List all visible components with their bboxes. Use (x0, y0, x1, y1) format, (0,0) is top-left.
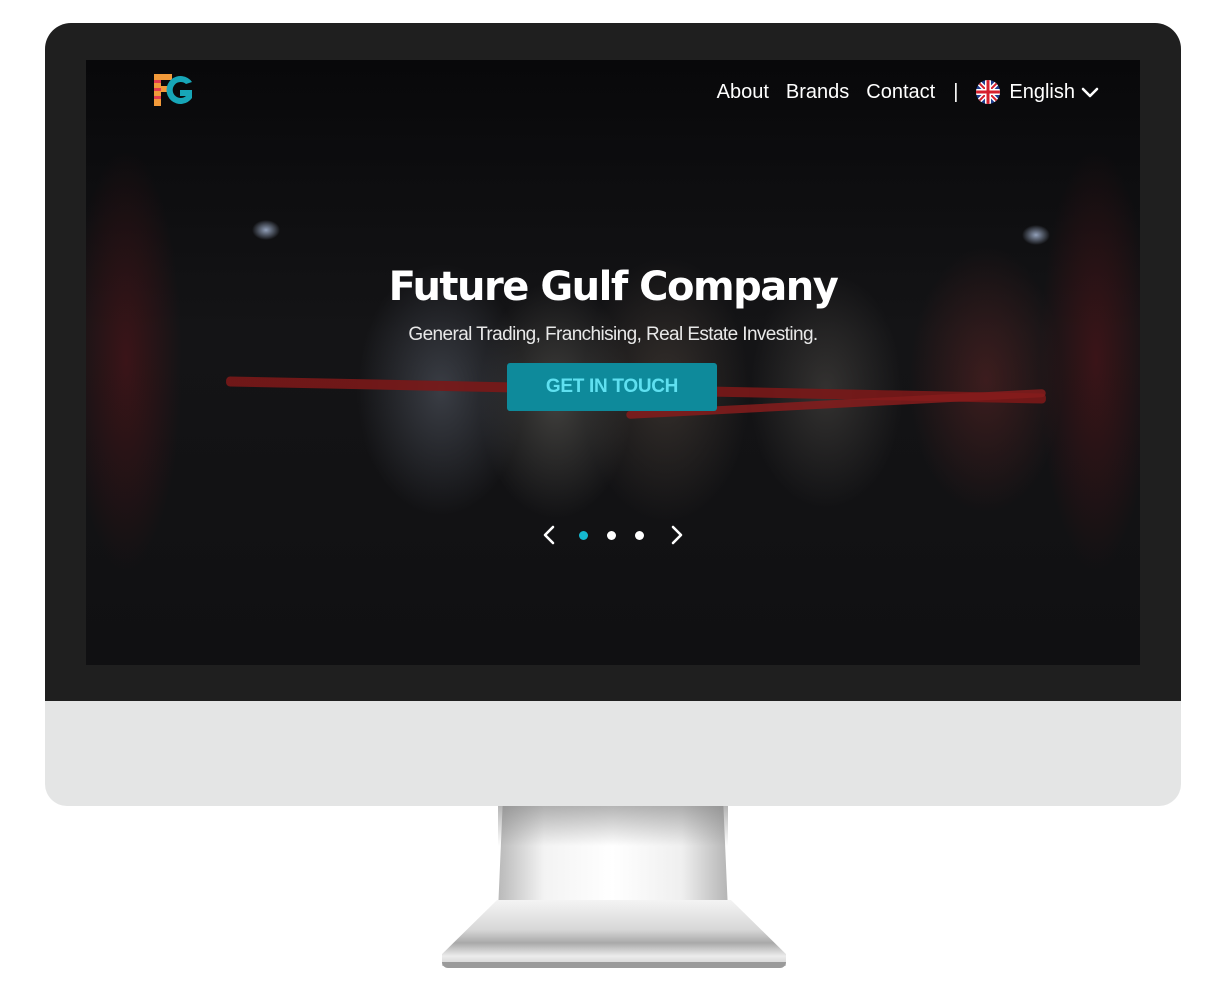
nav-brands-link[interactable]: Brands (786, 81, 849, 104)
fg-logo-icon (154, 74, 192, 106)
chevron-left-icon[interactable] (540, 524, 560, 546)
uk-flag-icon (976, 80, 1001, 104)
monitor-chin (45, 701, 1181, 806)
hero-title: Future Gulf Company (388, 264, 839, 310)
get-in-touch-button[interactable]: GET IN TOUCH (507, 363, 717, 411)
carousel-controls (540, 522, 686, 548)
carousel-dot-1[interactable] (579, 531, 588, 540)
nav-contact-link[interactable]: Contact (866, 81, 935, 104)
monitor-mockup: About Brands Contact | English Future Gu… (0, 0, 1219, 992)
carousel-dot-2[interactable] (607, 531, 616, 540)
hero-subtitle: General Trading, Franchising, Real Estat… (408, 324, 818, 345)
nav-separator: | (953, 80, 959, 103)
nav-menu: About Brands Contact | English (717, 76, 1100, 108)
chevron-right-icon[interactable] (666, 524, 686, 546)
company-logo[interactable] (150, 68, 196, 112)
carousel-dot-3[interactable] (635, 531, 644, 540)
language-label: English (1009, 80, 1075, 103)
stand-shadow (498, 806, 728, 846)
language-selector[interactable]: English (976, 80, 1100, 104)
chevron-down-icon (1081, 87, 1099, 98)
stand-base-edge (442, 962, 786, 968)
monitor-stand-base (442, 900, 786, 966)
website-screen: About Brands Contact | English Future Gu… (86, 60, 1140, 665)
nav-about-link[interactable]: About (717, 81, 769, 104)
top-navigation: About Brands Contact | English (86, 60, 1140, 124)
